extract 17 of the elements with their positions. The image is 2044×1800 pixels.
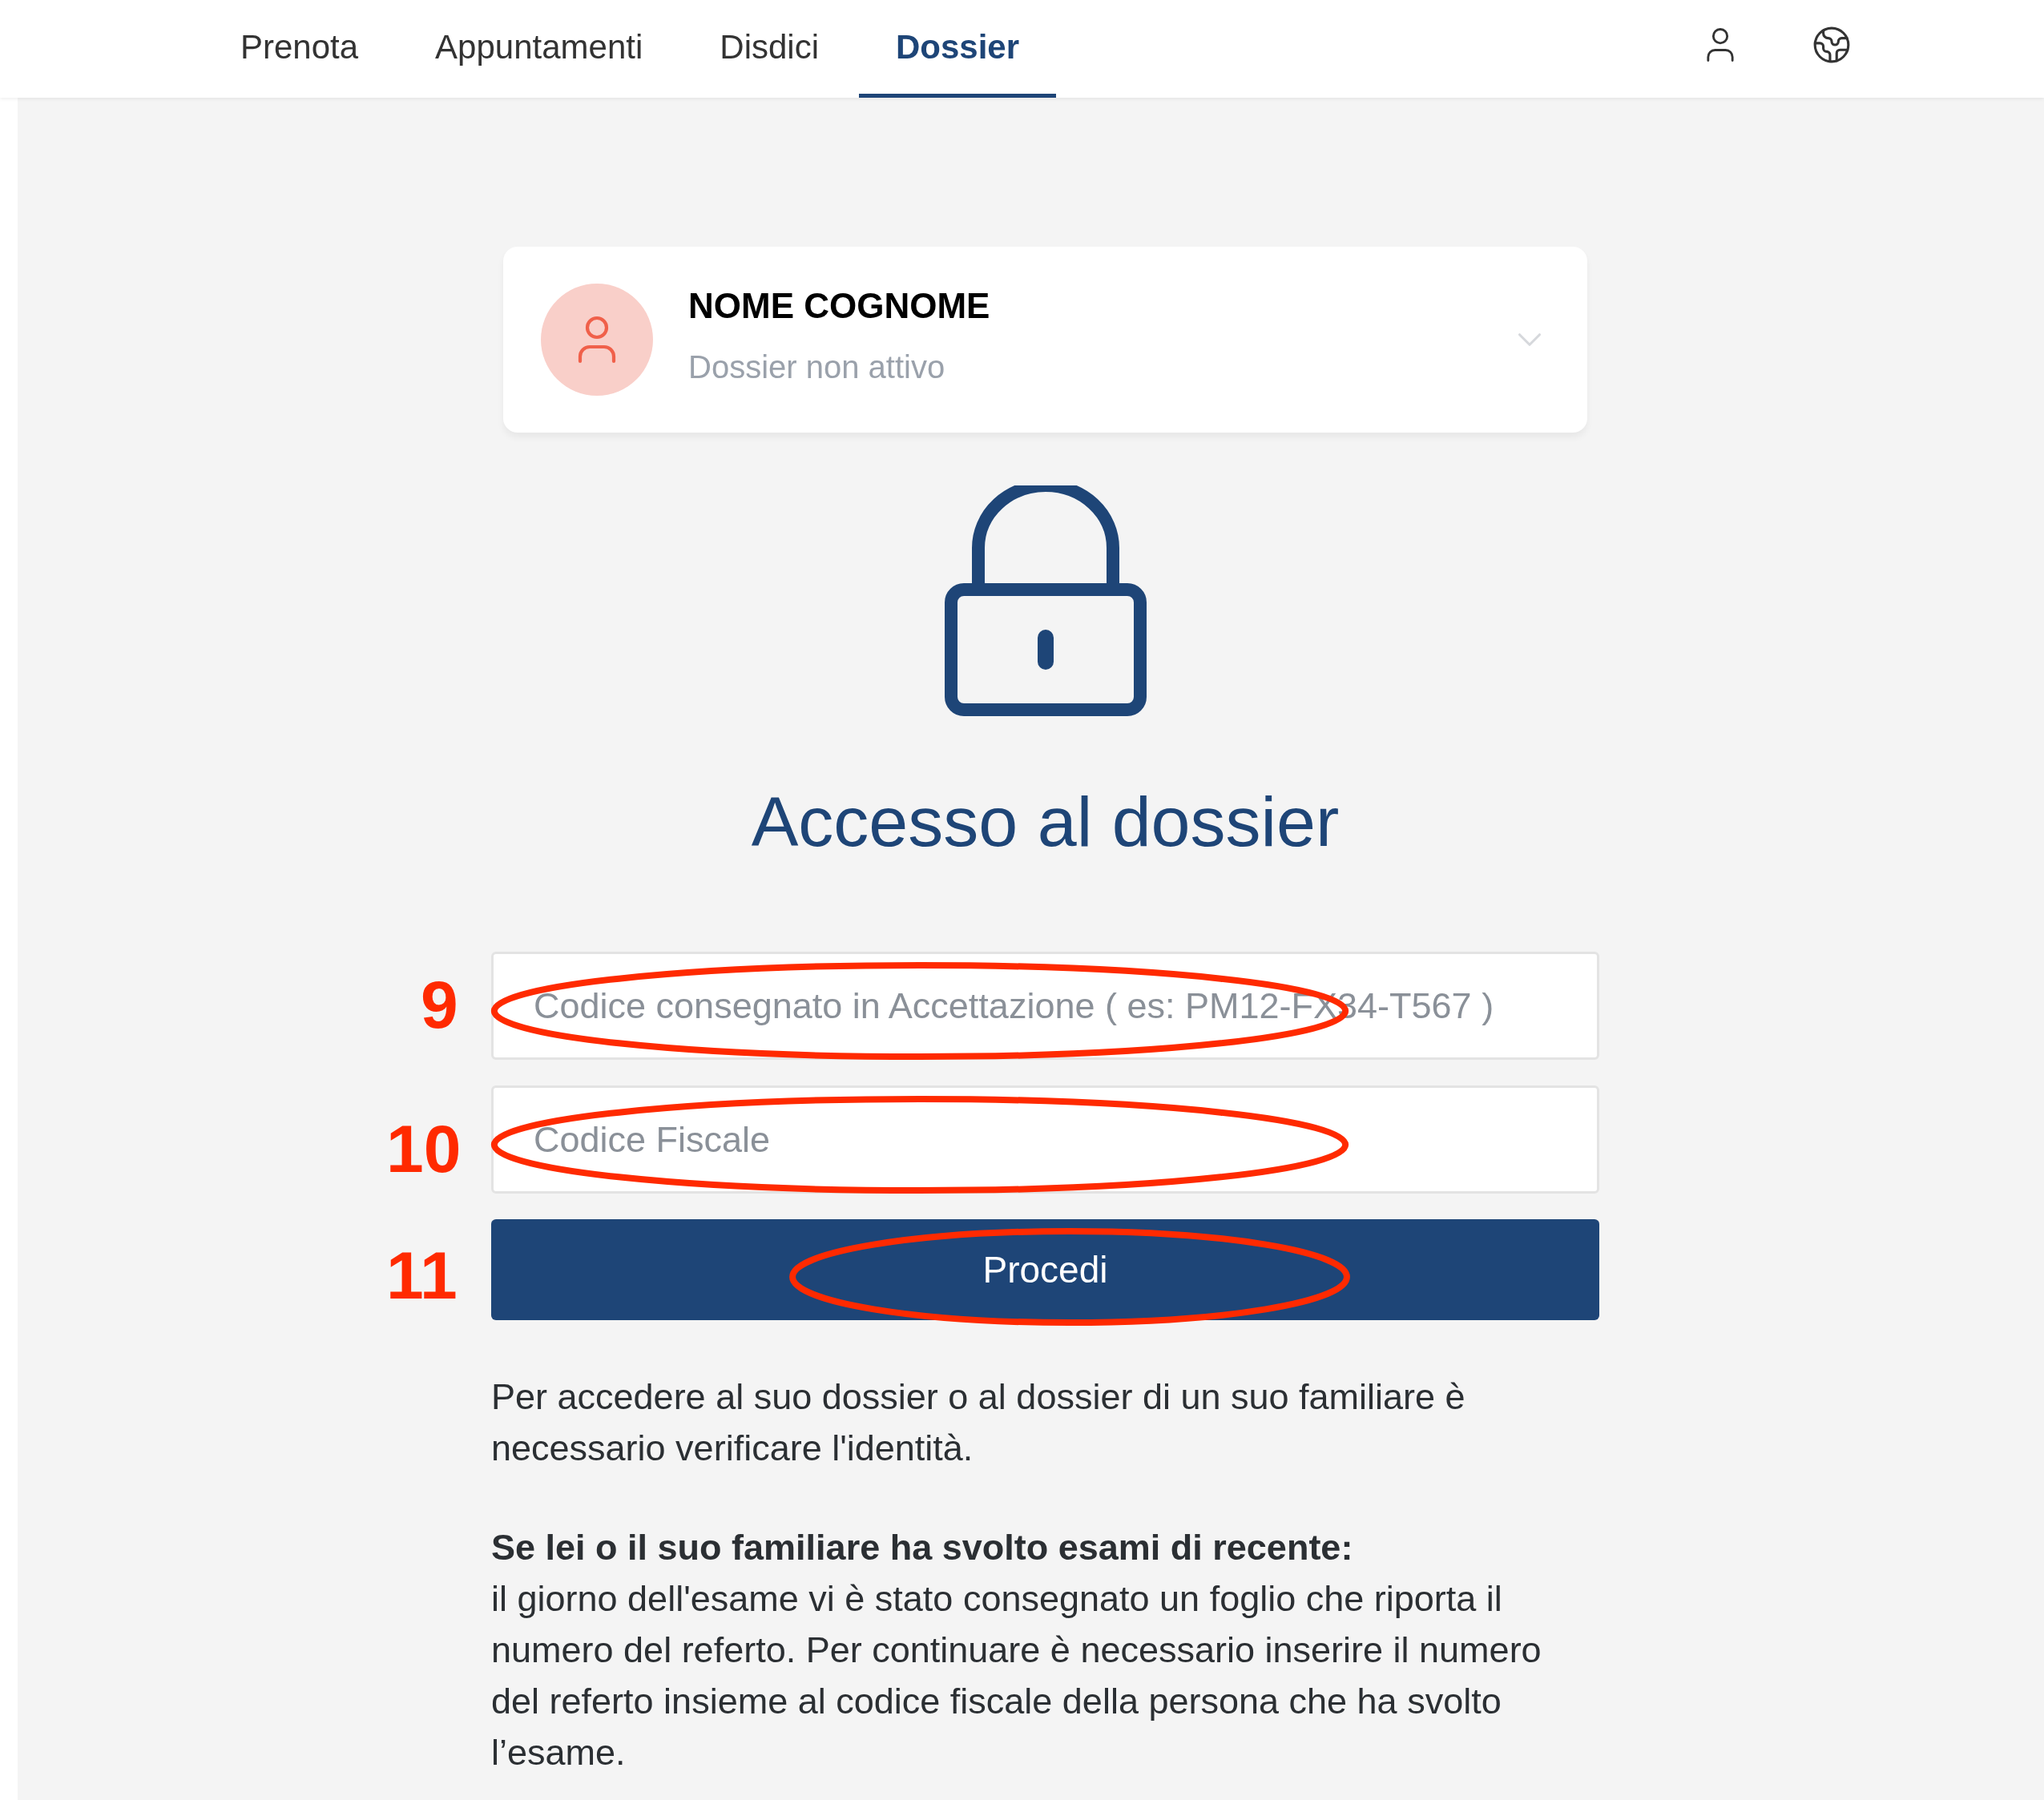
page-heading: Accesso al dossier (750, 787, 1340, 857)
nav-tab[interactable]: Disdici (683, 0, 856, 98)
profile-name: NOME COGNOME (688, 288, 990, 324)
profile-card[interactable]: NOME COGNOME Dossier non attivo (503, 247, 1587, 433)
nav-tab[interactable]: Prenota (204, 0, 396, 98)
info-paragraph: il giorno dell'esame vi è stato consegnato un foglio che riporta il numero del referto. Per continuare è necessario inserire il numero del referto insieme al codice fiscale della persona che ha svolto l’esame. (491, 1577, 1542, 1774)
padlock-icon (944, 485, 1147, 716)
info-paragraph: Per accedere al suo dossier o al dossier di un suo familiare è necessario verificare l'identità. (491, 1375, 1466, 1470)
input-field[interactable]: Codice Fiscale (491, 1085, 1599, 1194)
annotation-number: 9 (421, 971, 458, 1038)
dossier-status: Dossier non attivo (688, 351, 946, 383)
submit-button[interactable]: Procedi (491, 1219, 1599, 1320)
info-heading: Se lei o il suo familiare ha svolto esami di recente: (491, 1526, 1354, 1569)
nav-tab[interactable]: Appuntamenti (398, 0, 680, 98)
annotation-number: 11 (386, 1242, 458, 1309)
annotation-number: 10 (386, 1115, 462, 1182)
globe-icon[interactable] (1812, 25, 1852, 65)
